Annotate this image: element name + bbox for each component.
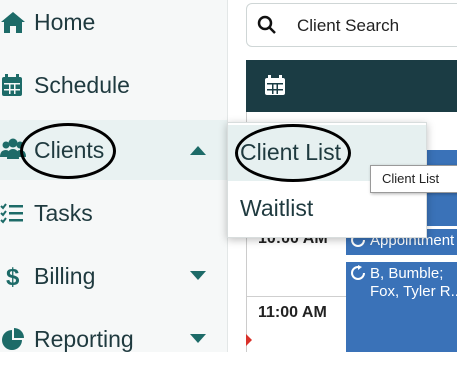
sidebar-item-label: Reporting [34, 325, 134, 352]
sidebar-item-label: Tasks [34, 199, 93, 226]
dollar-icon: $ [6, 264, 20, 289]
search-placeholder: Client Search [297, 16, 400, 35]
sidebar-item-label: Billing [34, 262, 96, 289]
sidebar-item-tasks[interactable]: Tasks [0, 183, 227, 243]
caret-down-icon[interactable] [190, 334, 206, 344]
client-search-input[interactable]: Client Search [246, 3, 457, 47]
current-time-marker [246, 334, 252, 346]
sidebar-item-billing[interactable]: $ Billing [0, 246, 227, 306]
appointment-block[interactable]: B, Bumble; Fox, Tyler R... [346, 262, 457, 352]
menu-item-label: Waitlist [240, 195, 314, 221]
home-icon [1, 12, 25, 33]
sidebar-item-home[interactable]: Home [0, 0, 227, 52]
time-label: 11:00 AM [258, 304, 327, 321]
calendar-icon[interactable] [264, 74, 286, 96]
sidebar-item-label: Clients [34, 136, 105, 163]
users-icon [0, 138, 26, 159]
calendar-header [246, 60, 457, 112]
sidebar: Home Schedule Clients Tasks $ Billing Re… [0, 0, 228, 352]
appointment-line: Fox, Tyler R... [370, 283, 457, 300]
tooltip-text: Client List [382, 171, 440, 186]
sidebar-item-reporting[interactable]: Reporting [0, 309, 227, 369]
appointment-line: B, Bumble; [370, 265, 444, 282]
pie-chart-icon [2, 328, 24, 350]
recurring-icon [351, 265, 365, 280]
sidebar-item-label: Schedule [34, 71, 130, 98]
hour-divider [247, 296, 347, 297]
appointment-client-names: B, Bumble; Fox, Tyler R... [370, 265, 457, 301]
svg-text:$: $ [6, 264, 20, 289]
tooltip: Client List [370, 165, 457, 193]
caret-up-icon[interactable] [190, 145, 206, 155]
sidebar-item-label: Home [34, 8, 96, 35]
calendar-icon [2, 74, 22, 96]
sidebar-item-schedule[interactable]: Schedule [0, 55, 227, 115]
menu-item-label: Client List [240, 139, 341, 165]
sidebar-item-clients[interactable]: Clients [0, 120, 227, 180]
caret-down-icon[interactable] [190, 271, 206, 281]
search-icon [257, 15, 276, 34]
checklist-icon [0, 203, 23, 224]
